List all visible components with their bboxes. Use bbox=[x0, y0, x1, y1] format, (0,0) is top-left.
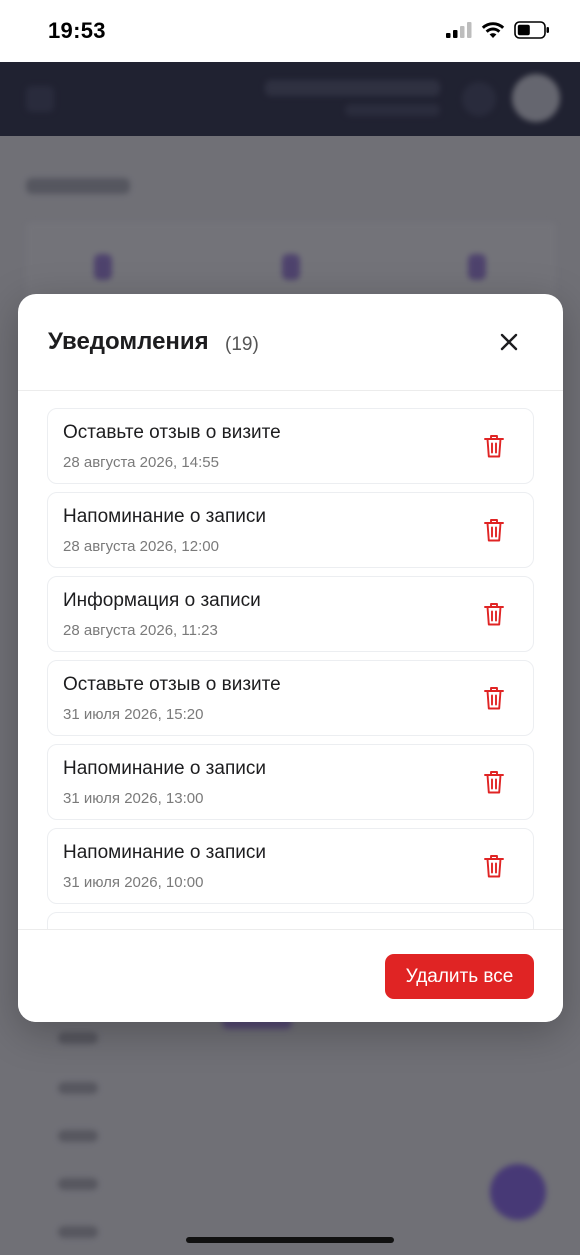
notification-card-partial[interactable] bbox=[47, 912, 534, 929]
notification-date: 28 августа 2026, 11:23 bbox=[63, 622, 218, 639]
notification-date: 31 июля 2026, 10:00 bbox=[63, 874, 204, 891]
notification-date: 28 августа 2026, 14:55 bbox=[63, 454, 219, 471]
notification-date: 31 июля 2026, 15:20 bbox=[63, 706, 204, 723]
trash-icon[interactable] bbox=[483, 769, 505, 795]
trash-icon[interactable] bbox=[483, 601, 505, 627]
notifications-list[interactable]: Оставьте отзыв о визите 28 августа 2026,… bbox=[18, 392, 563, 929]
home-indicator[interactable] bbox=[186, 1237, 394, 1243]
notification-card[interactable]: Оставьте отзыв о визите 31 июля 2026, 15… bbox=[47, 660, 534, 736]
notification-card[interactable]: Напоминание о записи 31 июля 2026, 10:00 bbox=[47, 828, 534, 904]
trash-icon[interactable] bbox=[483, 433, 505, 459]
modal-footer: Удалить все bbox=[18, 929, 563, 1022]
notifications-modal: Уведомления (19) Оставьте отзыв о визите… bbox=[18, 294, 563, 1022]
cellular-signal-icon bbox=[446, 22, 472, 38]
trash-icon[interactable] bbox=[483, 685, 505, 711]
notification-title: Оставьте отзыв о визите bbox=[63, 674, 281, 695]
battery-icon bbox=[514, 21, 549, 39]
notification-date: 28 августа 2026, 12:00 bbox=[63, 538, 219, 555]
notifications-count: (19) bbox=[225, 334, 259, 355]
close-icon bbox=[500, 333, 518, 351]
wifi-icon bbox=[481, 22, 505, 38]
notification-card[interactable]: Напоминание о записи 31 июля 2026, 13:00 bbox=[47, 744, 534, 820]
notification-title: Оставьте отзыв о визите bbox=[63, 422, 281, 443]
status-bar: 19:53 bbox=[0, 0, 580, 62]
status-icons bbox=[446, 21, 550, 39]
notification-date: 31 июля 2026, 13:00 bbox=[63, 790, 204, 807]
notification-card[interactable]: Напоминание о записи 28 августа 2026, 12… bbox=[47, 492, 534, 568]
notification-card[interactable]: Информация о записи 28 августа 2026, 11:… bbox=[47, 576, 534, 652]
notification-title: Информация о записи bbox=[63, 590, 261, 611]
delete-all-button[interactable]: Удалить все bbox=[385, 954, 534, 999]
modal-title: Уведомления bbox=[48, 328, 209, 355]
notification-title: Напоминание о записи bbox=[63, 506, 266, 527]
modal-header: Уведомления (19) bbox=[18, 294, 563, 391]
phone-screen: 19:53 Уведомления (19) Оставьте отзыв о … bbox=[0, 0, 580, 1255]
trash-icon[interactable] bbox=[483, 517, 505, 543]
status-time: 19:53 bbox=[48, 18, 106, 43]
notification-title: Напоминание о записи bbox=[63, 758, 266, 779]
notification-card[interactable]: Оставьте отзыв о визите 28 августа 2026,… bbox=[47, 408, 534, 484]
trash-icon[interactable] bbox=[483, 853, 505, 879]
notification-title: Напоминание о записи bbox=[63, 842, 266, 863]
close-button[interactable] bbox=[491, 324, 527, 360]
